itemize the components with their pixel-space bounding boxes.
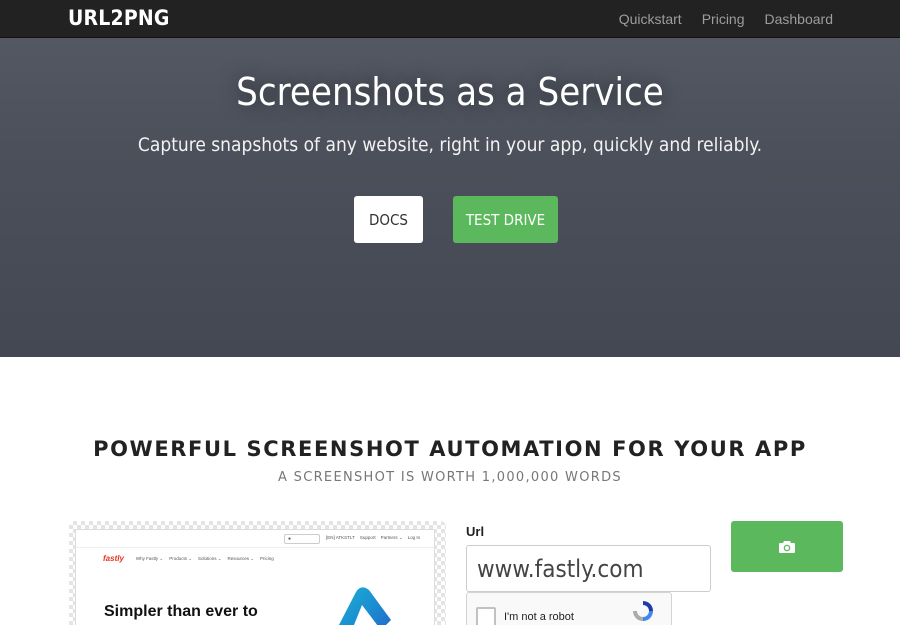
preview-top-link: [EN] ATKSTLT — [326, 535, 355, 540]
preview-search-box: ● — [284, 534, 320, 544]
nav-link-pricing[interactable]: Pricing — [702, 11, 745, 27]
hero-subtitle: Capture snapshots of any website, right … — [137, 134, 763, 156]
preview-nav-item: Pricing — [260, 556, 274, 561]
features-title: POWERFUL SCREENSHOT AUTOMATION FOR YOUR … — [93, 437, 807, 461]
preview-nav-item: Why Fastly ⌄ — [135, 555, 164, 561]
preview-nav-item: Solutions ⌄ — [197, 555, 222, 561]
preview-nav-item: Products ⌄ — [169, 555, 192, 561]
preview-top-link: Support — [359, 535, 376, 540]
features-subtitle: A SCREENSHOT IS WORTH 1,000,000 WORDS — [278, 470, 622, 485]
nav-link-dashboard[interactable]: Dashboard — [765, 11, 834, 27]
preview-nav: fastly Why Fastly ⌄ Products ⌄ Solutions… — [103, 554, 274, 563]
test-drive-button[interactable]: TEST DRIVE — [453, 196, 558, 243]
camera-icon — [779, 541, 795, 553]
nav-link-quickstart[interactable]: Quickstart — [619, 11, 682, 27]
screenshot-preview: ● [EN] ATKSTLT Support Partners ⌄ Log In… — [69, 521, 446, 625]
preview-topbar: ● [EN] ATKSTLT Support Partners ⌄ Log In — [76, 530, 434, 548]
preview-top-link: Partners ⌄ — [380, 535, 403, 540]
preview-search-icon: ● — [288, 536, 292, 542]
nav-links: Quickstart Pricing Dashboard — [619, 11, 833, 27]
preview-hero-graphic — [338, 587, 391, 625]
preview-nav-item: Resources ⌄ — [227, 555, 255, 561]
hero-title: Screenshots as a Service — [236, 70, 664, 114]
preview-top-links: [EN] ATKSTLT Support Partners ⌄ Log In — [326, 535, 420, 541]
recaptcha-logo-icon — [633, 601, 653, 621]
url-label: Url — [466, 524, 485, 539]
docs-button[interactable]: DOCS — [354, 196, 423, 243]
preview-page: ● [EN] ATKSTLT Support Partners ⌄ Log In… — [75, 529, 435, 625]
top-navbar: URL2PNG Quickstart Pricing Dashboard — [0, 0, 900, 38]
capture-button[interactable] — [731, 521, 843, 572]
url-input[interactable] — [466, 545, 711, 592]
preview-headline: Simpler than ever to — [104, 603, 258, 620]
recaptcha-widget: I'm not a robot — [466, 592, 672, 625]
recaptcha-label: I'm not a robot — [504, 611, 574, 623]
preview-top-link: Log In — [407, 535, 421, 540]
preview-logo: fastly — [103, 554, 124, 563]
recaptcha-checkbox[interactable] — [476, 607, 496, 625]
brand-logo[interactable]: URL2PNG — [68, 6, 170, 30]
hero-section: Screenshots as a Service Capture snapsho… — [0, 38, 900, 357]
